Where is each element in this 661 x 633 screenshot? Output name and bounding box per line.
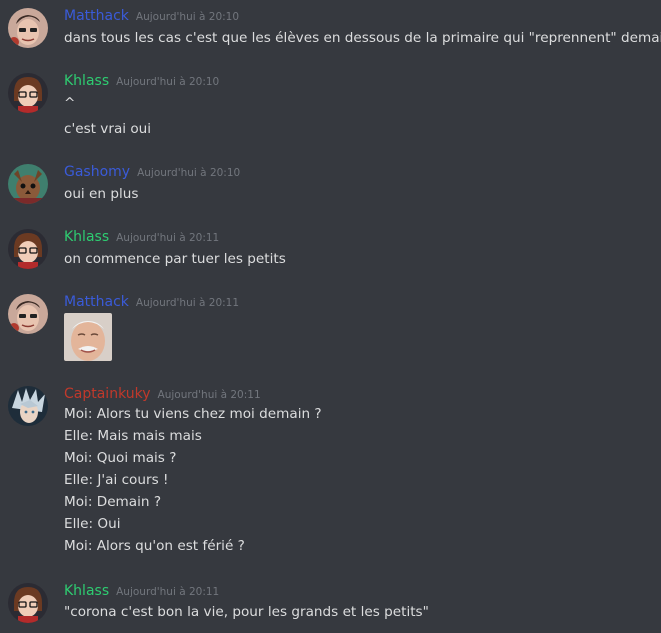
harold-meme-icon [64, 313, 112, 361]
message-header: Khlass Aujourd'hui à 20:11 [64, 580, 219, 600]
image-attachment[interactable] [64, 313, 112, 361]
message-text: "corona c'est bon la vie, pour les grand… [64, 604, 429, 620]
message-text: on commence par tuer les petits [64, 251, 286, 267]
khlass-avatar-icon [8, 73, 48, 113]
timestamp: Aujourd'hui à 20:11 [116, 232, 220, 244]
khlass-avatar-icon [8, 583, 48, 623]
captainkuky-avatar-icon [8, 386, 48, 426]
message-header: Gashomy Aujourd'hui à 20:10 [64, 161, 240, 181]
author-name[interactable]: Gashomy [64, 164, 130, 180]
author-name[interactable]: Khlass [64, 229, 109, 245]
message-header: Khlass Aujourd'hui à 20:11 [64, 226, 219, 246]
message-text: Moi: Demain ? [64, 494, 162, 510]
gashomy-avatar-icon [8, 164, 48, 204]
matthack-avatar-icon [8, 294, 48, 334]
message-text: ^ [64, 95, 76, 111]
message-text: dans tous les cas c'est que les élèves e… [64, 30, 661, 46]
khlass-avatar-icon [8, 229, 48, 269]
message-header: Captainkuky Aujourd'hui à 20:11 [64, 383, 261, 403]
timestamp: Aujourd'hui à 20:10 [116, 76, 220, 88]
message-text: Elle: J'ai cours ! [64, 472, 169, 488]
author-name[interactable]: Khlass [64, 583, 109, 599]
message-text: Moi: Alors qu'on est férié ? [64, 538, 245, 554]
message-text: Moi: Quoi mais ? [64, 450, 177, 466]
timestamp: Aujourd'hui à 20:11 [135, 297, 240, 309]
timestamp: Aujourd'hui à 20:10 [135, 11, 240, 23]
timestamp: Aujourd'hui à 20:11 [116, 586, 220, 598]
avatar[interactable] [8, 164, 48, 204]
avatar[interactable] [8, 73, 48, 113]
author-name[interactable]: Matthack [64, 294, 129, 310]
avatar[interactable] [8, 229, 48, 269]
message-text: Elle: Mais mais mais [64, 428, 202, 444]
matthack-avatar-icon [8, 8, 48, 48]
message-header: Matthack Aujourd'hui à 20:10 [64, 5, 239, 25]
avatar[interactable] [8, 8, 48, 48]
author-name[interactable]: Captainkuky [64, 386, 151, 402]
message-text: oui en plus [64, 186, 139, 202]
timestamp: Aujourd'hui à 20:11 [157, 389, 261, 401]
avatar[interactable] [8, 294, 48, 334]
avatar[interactable] [8, 583, 48, 623]
author-name[interactable]: Matthack [64, 8, 129, 24]
avatar[interactable] [8, 386, 48, 426]
message-header: Matthack Aujourd'hui à 20:11 [64, 291, 239, 311]
chat-message-list: Matthack Aujourd'hui à 20:10 dans tous le… [0, 0, 661, 633]
message-text: c'est vrai oui [64, 121, 152, 137]
timestamp: Aujourd'hui à 20:10 [137, 167, 241, 179]
message-header: Khlass Aujourd'hui à 20:10 [64, 70, 219, 90]
message-text: Elle: Oui [64, 516, 121, 532]
author-name[interactable]: Khlass [64, 73, 109, 89]
message-text: Moi: Alors tu viens chez moi demain ? [64, 406, 322, 422]
